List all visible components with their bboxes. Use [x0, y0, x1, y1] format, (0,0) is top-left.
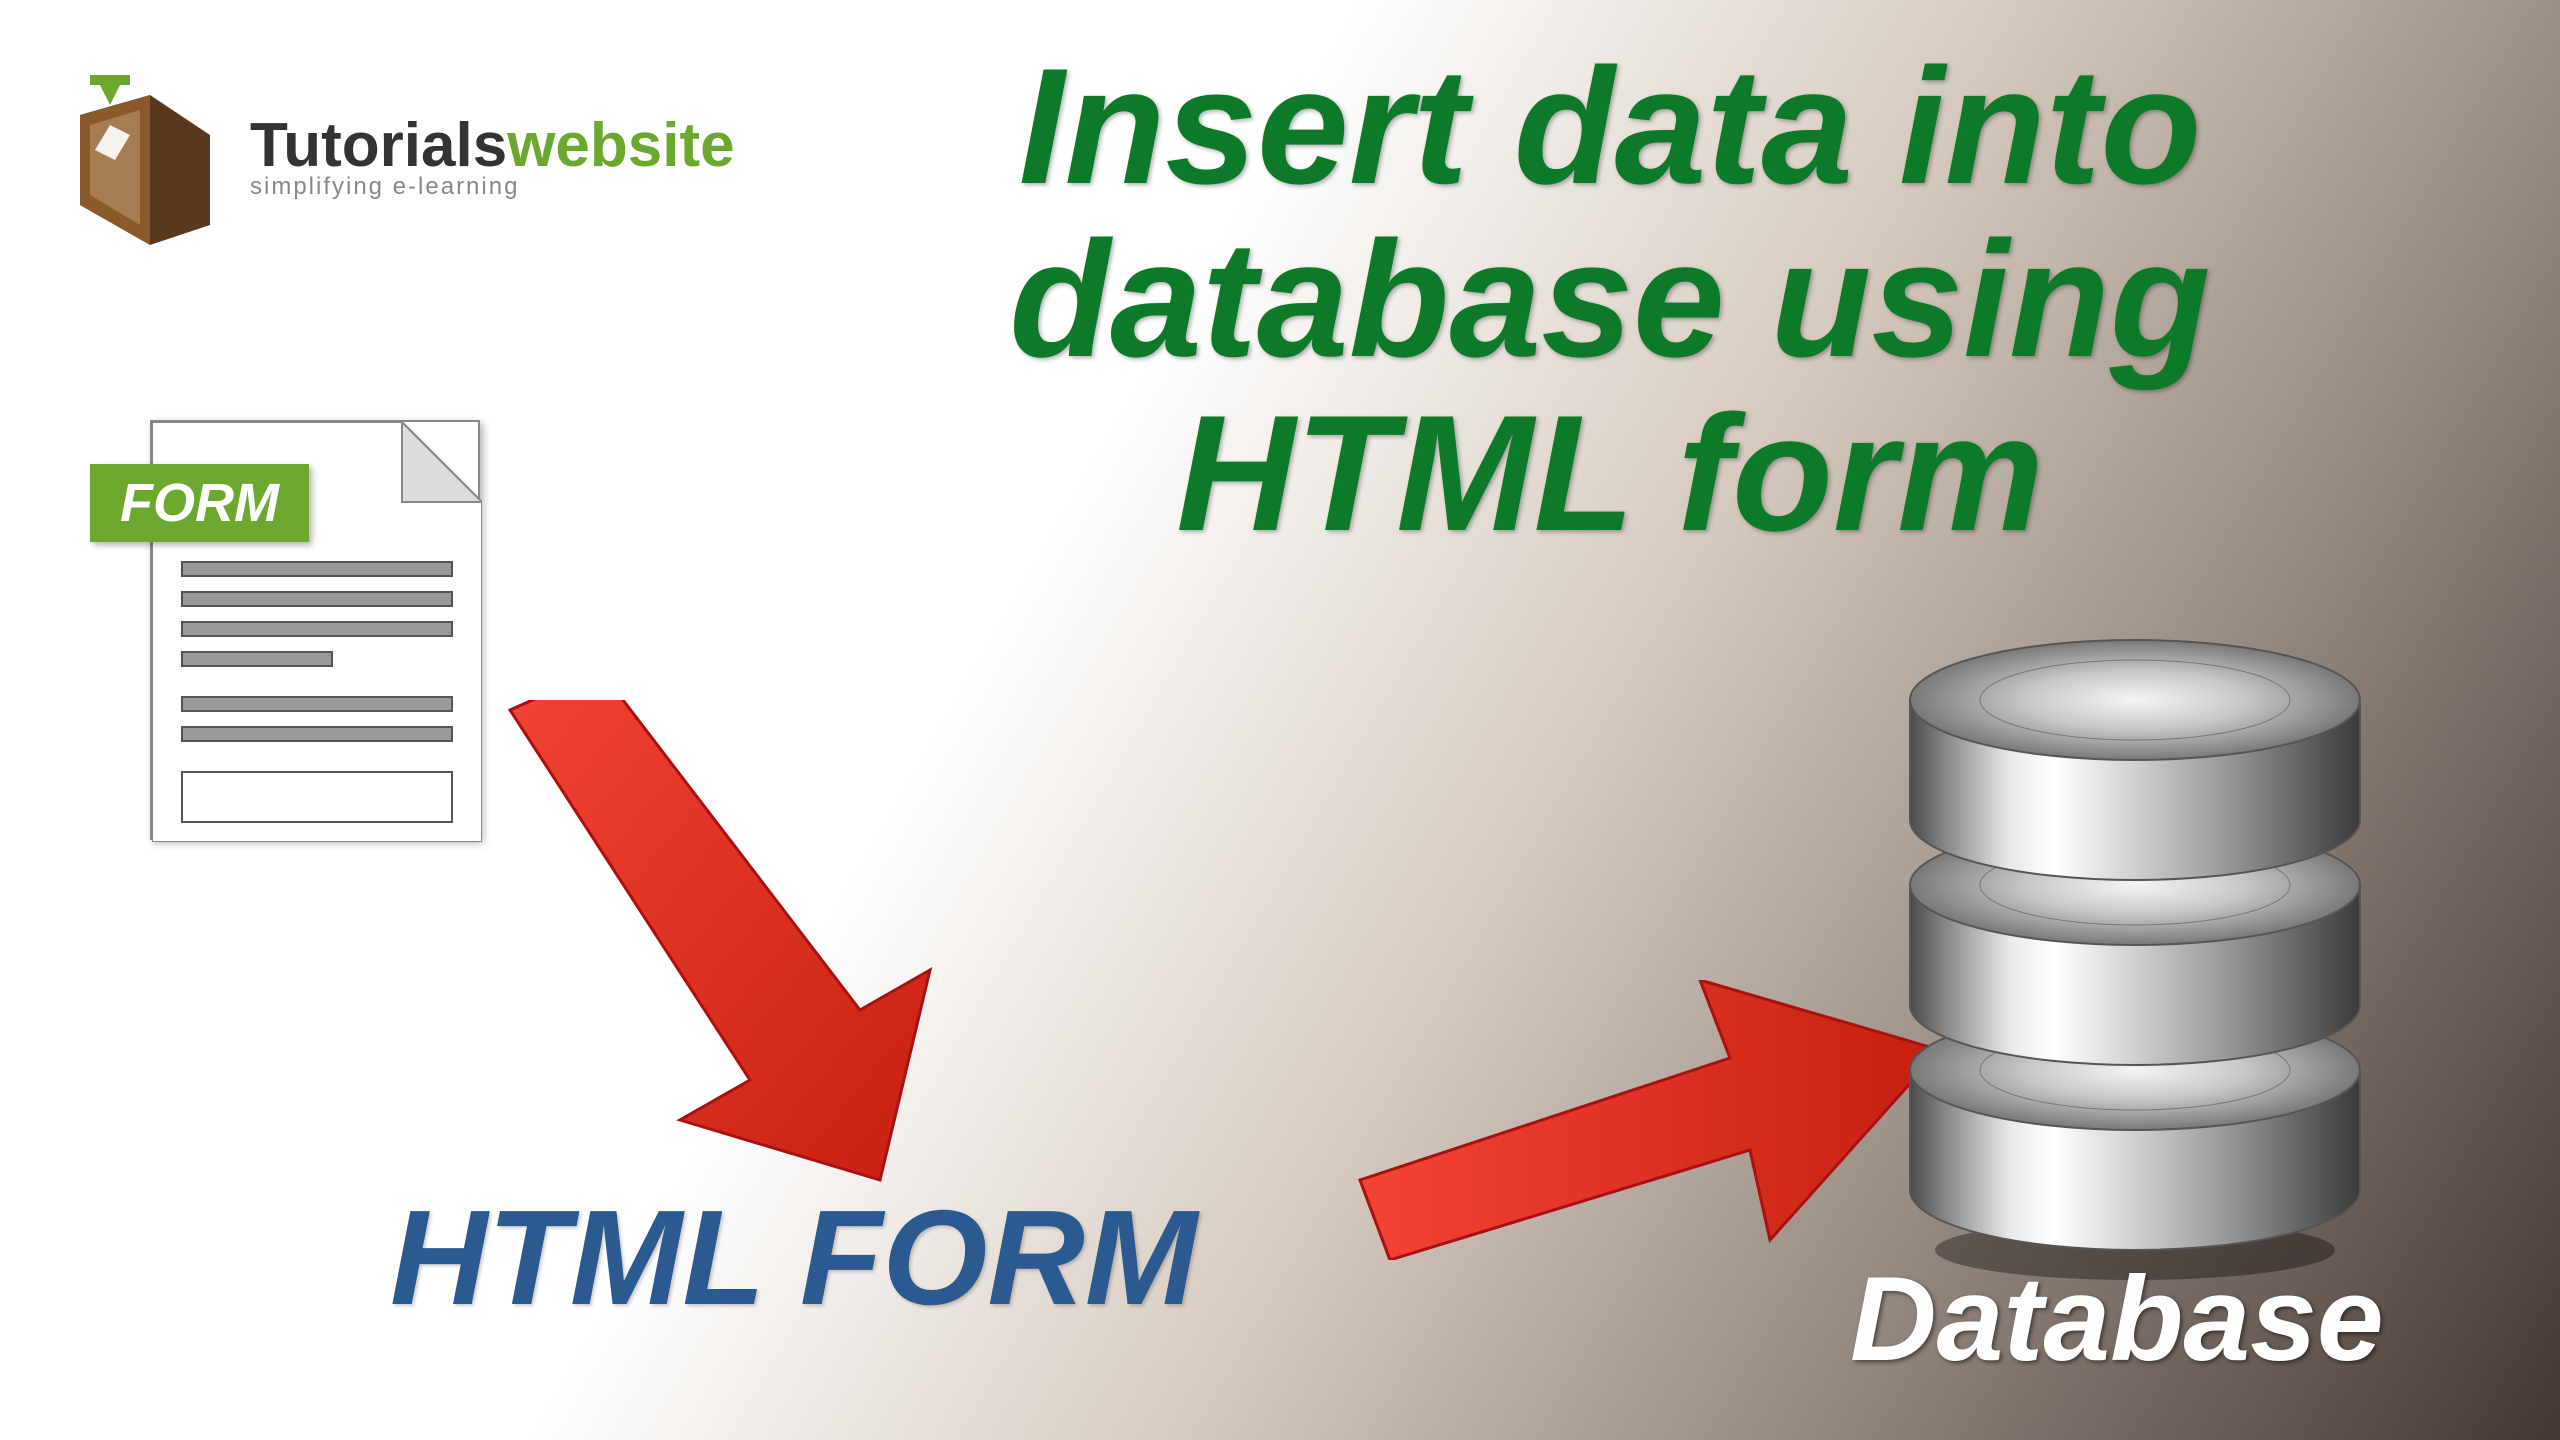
database-cylinder-icon: [1900, 630, 2370, 1230]
arrow-form-to-html: [480, 700, 980, 1205]
form-document-icon: FORM: [150, 420, 480, 840]
logo-title: Tutorialswebsite: [250, 110, 735, 181]
logo-book-icon: [60, 65, 240, 245]
logo: Tutorialswebsite simplifying e-learning: [60, 65, 735, 245]
logo-title-suffix: website: [507, 111, 734, 180]
logo-subtitle: simplifying e-learning: [250, 173, 735, 201]
logo-text-block: Tutorialswebsite simplifying e-learning: [250, 110, 735, 201]
main-title: Insert data into database using HTML for…: [760, 40, 2460, 560]
form-label: FORM: [90, 464, 309, 542]
html-form-label: HTML FORM: [390, 1180, 1197, 1335]
arrow-html-to-db: [1350, 980, 1950, 1265]
database-label: Database: [1850, 1250, 2384, 1388]
main-title-text: Insert data into database using HTML for…: [760, 40, 2460, 560]
logo-title-prefix: Tutorials: [250, 111, 507, 180]
